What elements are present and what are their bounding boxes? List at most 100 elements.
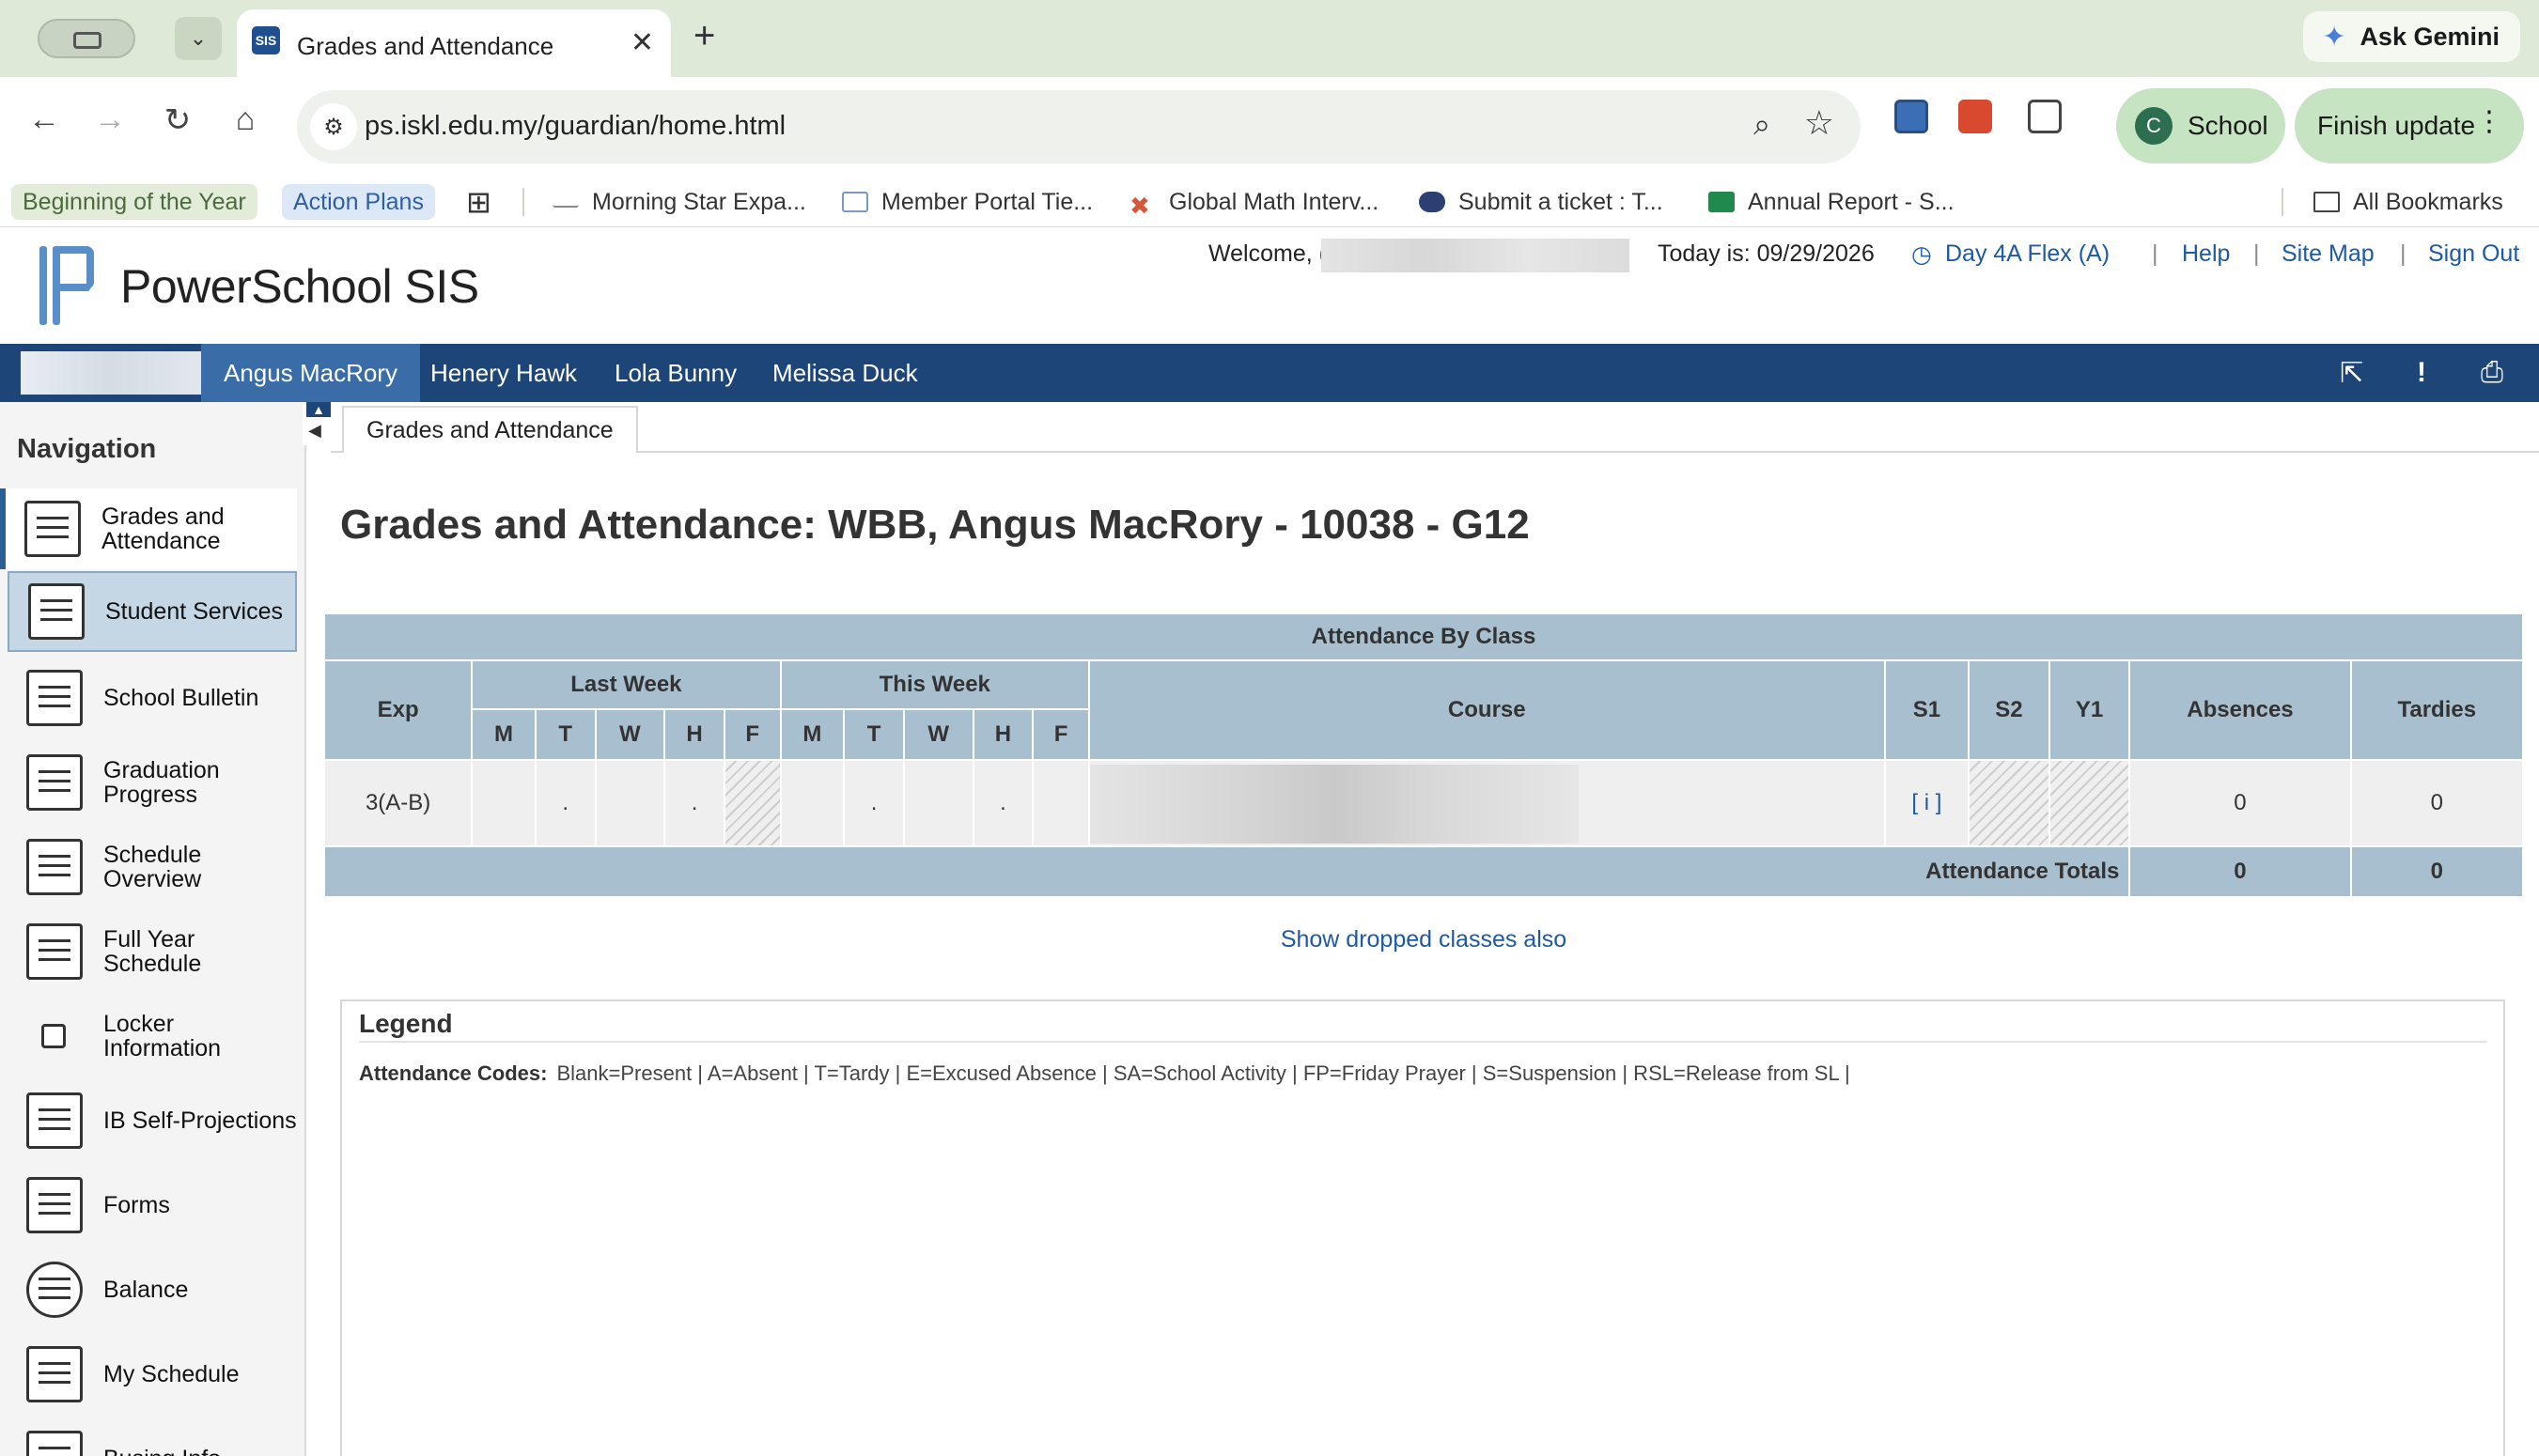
table-row: 3(A-B) . . . . [ i ] 0 0 [322, 759, 2525, 847]
collapse-left-icon[interactable]: ◀ [308, 421, 321, 441]
open-external-icon[interactable]: ⇱ [2340, 357, 2363, 390]
bookmark-annual-report[interactable]: Annual Report - S... [1708, 184, 1955, 220]
nav-label: Balance [103, 1277, 189, 1303]
sheet-icon [1708, 192, 1735, 212]
nav-label: Student Services [105, 598, 283, 625]
extensions-puzzle-icon[interactable] [2028, 100, 2062, 133]
browser-tab[interactable]: SIS Grades and Attendance ✕ [237, 9, 671, 77]
bookmark-action-plans[interactable]: Action Plans [282, 184, 435, 220]
bookmark-member-portal[interactable]: Member Portal Tie... [842, 184, 1093, 220]
student-tab-angus[interactable]: Angus MacRory [201, 344, 420, 402]
apps-grid-icon[interactable]: ⊞ [466, 184, 491, 220]
dash-icon [553, 196, 579, 208]
back-icon[interactable]: ← [21, 101, 68, 138]
absences-cell[interactable]: 0 [2128, 759, 2352, 847]
day-cell[interactable]: . [534, 759, 597, 847]
student-tab-melissa[interactable]: Melissa Duck [750, 344, 941, 402]
day-rotation-link[interactable]: Day 4A Flex (A) [1945, 240, 2110, 268]
scroll-up-icon[interactable]: ▲ [306, 402, 331, 417]
table-caption: Attendance By Class [323, 612, 2524, 661]
day-header: T [843, 708, 905, 761]
col-s2: S2 [1968, 659, 2050, 761]
nav-label: Grades and Attendance [101, 503, 225, 554]
day-cell[interactable]: . [972, 759, 1035, 847]
tab-close-icon[interactable]: ✕ [631, 26, 654, 59]
extension-upload-icon[interactable] [1894, 100, 1928, 133]
site-info-icon[interactable]: ⚙ [310, 103, 357, 150]
redacted-course-name [1089, 765, 1579, 844]
student-tab-lola[interactable]: Lola Bunny [592, 344, 759, 402]
today-date: Today is: 09/29/2026 [1658, 240, 1875, 267]
reload-icon[interactable]: ↻ [154, 101, 201, 139]
day-cell[interactable]: . [843, 759, 905, 847]
help-link[interactable]: Help [2182, 240, 2230, 268]
nav-schedule-overview[interactable]: Schedule Overview [8, 827, 297, 907]
bookmark-beginning-of-year[interactable]: Beginning of the Year [11, 184, 257, 220]
day-cell[interactable] [1032, 759, 1090, 847]
total-tardies: 0 [2349, 845, 2525, 898]
sign-out-link[interactable]: Sign Out [2428, 240, 2519, 268]
window-switcher-button[interactable] [38, 19, 135, 58]
nav-graduation-progress[interactable]: Graduation Progress [8, 742, 297, 823]
tab-grades-attendance[interactable]: Grades and Attendance [342, 406, 638, 453]
lock-icon [41, 1024, 66, 1048]
all-bookmarks[interactable]: All Bookmarks [2313, 184, 2503, 220]
nav-ib-self-projections[interactable]: IB Self-Projections [8, 1080, 297, 1161]
day-cell[interactable] [471, 759, 537, 847]
tab-search-button[interactable]: ⌄ [175, 17, 222, 60]
day-cell[interactable] [594, 759, 666, 847]
redacted-user-name [1321, 239, 1629, 272]
day-cell[interactable] [779, 759, 846, 847]
show-dropped-link[interactable]: Show dropped classes also [0, 926, 2539, 953]
home-icon[interactable]: ⌂ [222, 101, 269, 138]
col-course: Course [1087, 659, 1886, 761]
alert-icon[interactable]: ! [2417, 357, 2426, 389]
day-cell[interactable] [902, 759, 974, 847]
col-y1: Y1 [2048, 659, 2131, 761]
nav-label: Busing Info [103, 1447, 221, 1456]
nav-grades-attendance[interactable]: Grades and Attendance [0, 488, 297, 569]
redacted-student-tab[interactable] [21, 351, 201, 395]
print-icon[interactable]: ⎙ [2481, 357, 2503, 389]
course-cell[interactable] [1087, 759, 1886, 847]
ps-header: PowerSchool SIS Welcome, ( Today is: 09/… [0, 227, 2539, 344]
nav-busing-info[interactable]: Busing Info [8, 1418, 297, 1456]
student-tab-henery[interactable]: Henery Hawk [408, 344, 600, 402]
bookmark-separator [522, 188, 524, 216]
legend-panel: Legend Attendance Codes: Blank=Present | … [340, 999, 2505, 1456]
collapse-sidebar-toggle[interactable]: ▲ ◀ [303, 402, 331, 445]
gemini-sparkle-icon: ✦ [2322, 22, 2346, 53]
address-bar[interactable]: ⚙ ps.iskl.edu.my/guardian/home.html ⌕ ☆ [297, 90, 1861, 163]
day-cell[interactable]: . [663, 759, 725, 847]
day-header: H [972, 708, 1035, 761]
nav-student-services[interactable]: Student Services [8, 571, 297, 652]
zoom-icon[interactable]: ⌕ [1753, 107, 1770, 143]
url-text[interactable]: ps.iskl.edu.my/guardian/home.html [365, 111, 786, 142]
bookmark-global-math[interactable]: ✖ Global Math Interv... [1129, 184, 1379, 221]
bookmark-submit-ticket[interactable]: Submit a ticket : T... [1419, 184, 1663, 220]
powerschool-logo-icon[interactable] [39, 246, 105, 325]
extension-todoist-icon[interactable] [1958, 100, 1992, 133]
nav-my-schedule[interactable]: My Schedule [8, 1334, 297, 1415]
nav-school-bulletin[interactable]: School Bulletin [8, 658, 297, 738]
tardies-cell[interactable]: 0 [2349, 759, 2525, 847]
ask-gemini-button[interactable]: ✦ Ask Gemini [2303, 11, 2520, 62]
site-map-link[interactable]: Site Map [2282, 240, 2375, 268]
day-header: H [663, 708, 725, 761]
new-tab-button[interactable]: + [693, 15, 715, 57]
nav-balance[interactable]: Balance [8, 1249, 297, 1330]
bookmark-morning-star[interactable]: Morning Star Expa... [553, 184, 806, 220]
finish-update-button[interactable]: Finish update ⋮ [2295, 88, 2524, 163]
bookmark-star-icon[interactable]: ☆ [1804, 103, 1834, 143]
sidebar-window-icon [73, 32, 101, 49]
attendance-table: Attendance By Class Exp Last Week This W… [322, 612, 2525, 898]
nav-locker-information[interactable]: Locker Information [8, 996, 297, 1077]
forward-icon[interactable]: → [86, 101, 133, 138]
nav-forms[interactable]: Forms [8, 1165, 297, 1246]
profile-name: School [2188, 111, 2268, 140]
seal-icon [1419, 192, 1445, 212]
s1-info-link[interactable]: [ i ] [1911, 790, 1941, 815]
col-this-week: This Week [779, 659, 1090, 710]
profile-button[interactable]: C School [2116, 88, 2285, 163]
s1-grade-cell[interactable]: [ i ] [1883, 759, 1970, 847]
